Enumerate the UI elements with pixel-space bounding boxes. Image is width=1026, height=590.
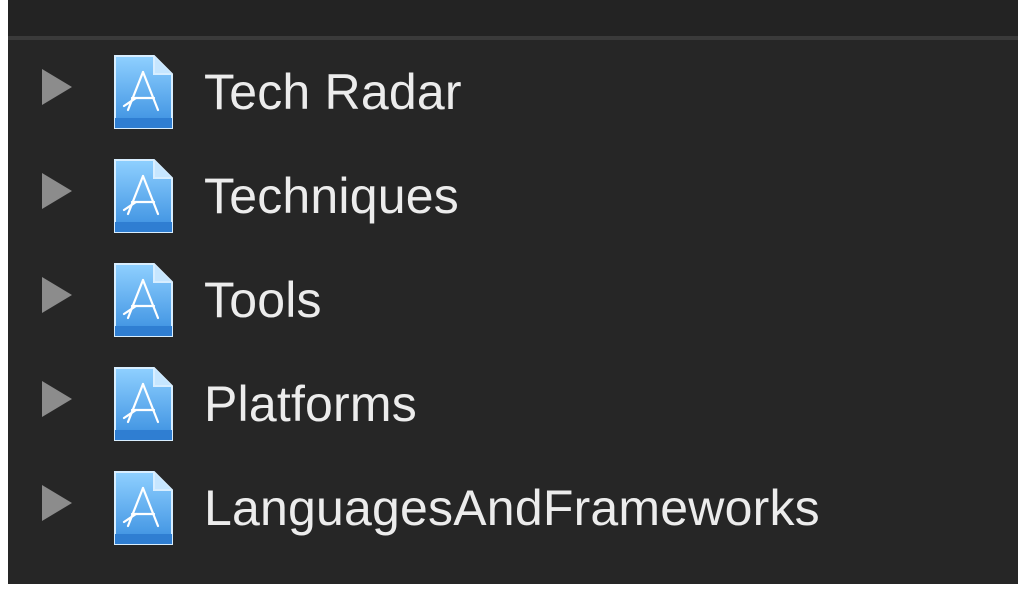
disclosure-triangle-icon[interactable] — [42, 277, 72, 313]
tree-item-techniques[interactable]: Techniques — [8, 144, 1018, 248]
disclosure-triangle-icon[interactable] — [42, 69, 72, 105]
tree-item-label: Tech Radar — [204, 64, 462, 120]
project-navigator: Tech Radar Techniques Tools Platforms La… — [8, 0, 1018, 584]
project-tree: Tech Radar Techniques Tools Platforms La… — [8, 40, 1018, 560]
xcode-project-icon — [114, 159, 173, 233]
tree-item-tools[interactable]: Tools — [8, 248, 1018, 352]
xcode-project-icon — [114, 471, 173, 545]
tree-item-languages-and-frameworks[interactable]: LanguagesAndFrameworks — [8, 456, 1018, 560]
navigator-header — [8, 0, 1018, 36]
tree-item-label: LanguagesAndFrameworks — [204, 480, 820, 536]
tree-item-label: Platforms — [204, 376, 417, 432]
tree-item-label: Techniques — [204, 168, 459, 224]
xcode-project-icon — [114, 367, 173, 441]
disclosure-triangle-icon[interactable] — [42, 173, 72, 209]
xcode-project-icon — [114, 263, 173, 337]
disclosure-triangle-icon[interactable] — [42, 485, 72, 521]
tree-item-label: Tools — [204, 272, 322, 328]
tree-item-platforms[interactable]: Platforms — [8, 352, 1018, 456]
xcode-project-icon — [114, 55, 173, 129]
tree-item-tech-radar[interactable]: Tech Radar — [8, 40, 1018, 144]
disclosure-triangle-icon[interactable] — [42, 381, 72, 417]
